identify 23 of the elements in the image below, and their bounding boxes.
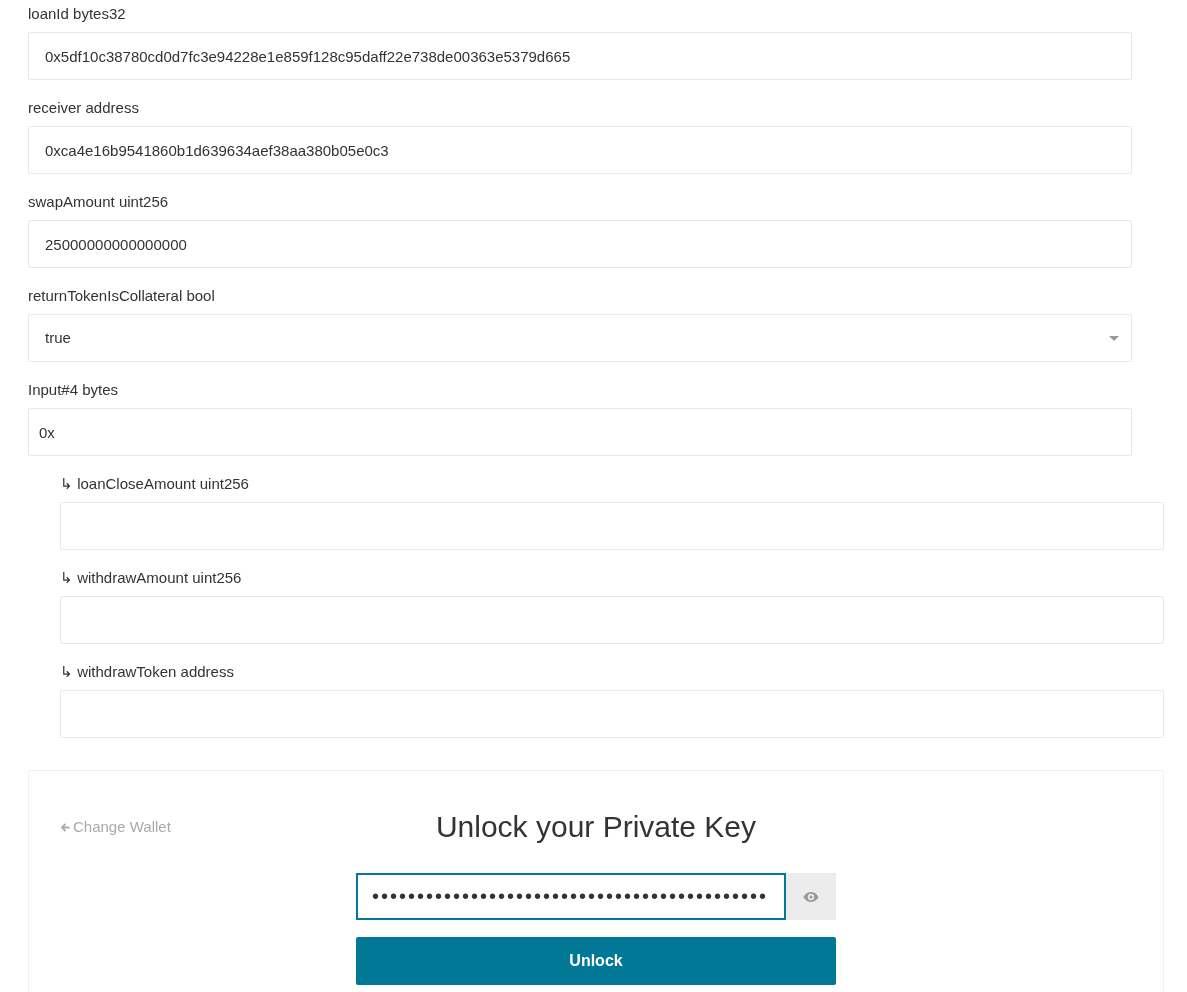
dropdown[interactable]: true xyxy=(28,314,1132,362)
password-field[interactable]: •••••••••••••••••••••••••••••••••••••••••••• xyxy=(356,873,786,920)
arrow-left-icon xyxy=(61,822,70,832)
field-label: ↳ withdrawToken address xyxy=(60,661,234,682)
show-password-button[interactable] xyxy=(786,873,836,920)
field-label: swapAmount uint256 xyxy=(28,191,169,212)
field-label: ↳ loanCloseAmount uint256 xyxy=(60,473,249,494)
field-label: loanId bytes32 xyxy=(28,3,126,24)
field-label: ↳ withdrawAmount uint256 xyxy=(60,567,242,588)
input-field[interactable] xyxy=(60,502,1164,550)
unlock-title: Unlock your Private Key xyxy=(435,809,757,845)
caret-icon xyxy=(1109,335,1119,341)
field-label: receiver address xyxy=(28,97,139,118)
input-field[interactable] xyxy=(60,596,1164,644)
field-label: returnTokenIsCollateral bool xyxy=(28,285,215,306)
input-field[interactable]: 0x xyxy=(28,408,1132,456)
input-field[interactable] xyxy=(60,690,1164,738)
unlock-button[interactable]: Unlock xyxy=(356,937,836,985)
eye-icon xyxy=(803,890,819,903)
input-field[interactable]: 0x5df10c38780cd0d7fc3e94228e1e859f128c95daff22e738de00363e5379d665 xyxy=(28,32,1132,80)
input-field[interactable]: 0xca4e16b9541860b1d639634aef38aa380b05e0c3 xyxy=(28,126,1132,174)
field-label: Input#4 bytes xyxy=(28,379,119,400)
input-field[interactable]: 25000000000000000 xyxy=(28,220,1132,268)
